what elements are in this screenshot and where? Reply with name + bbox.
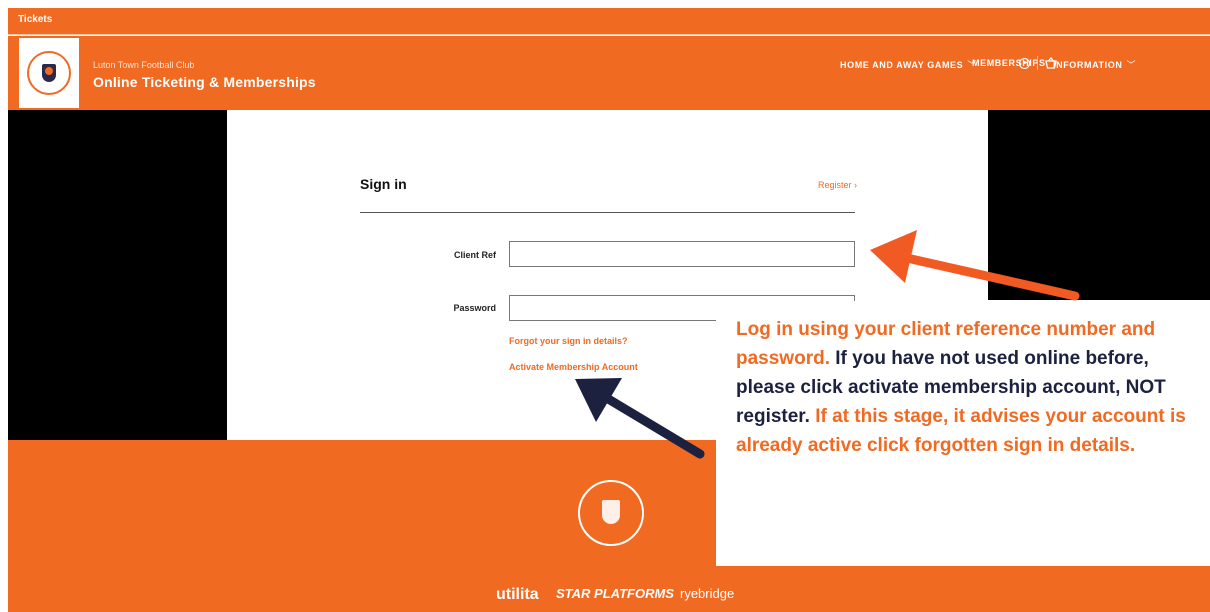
orange-arrow-head-icon [870, 230, 917, 283]
annotation-arrows [575, 230, 1080, 459]
orange-arrow-shaft [893, 251, 1080, 301]
navy-arrow-shaft [595, 389, 705, 459]
